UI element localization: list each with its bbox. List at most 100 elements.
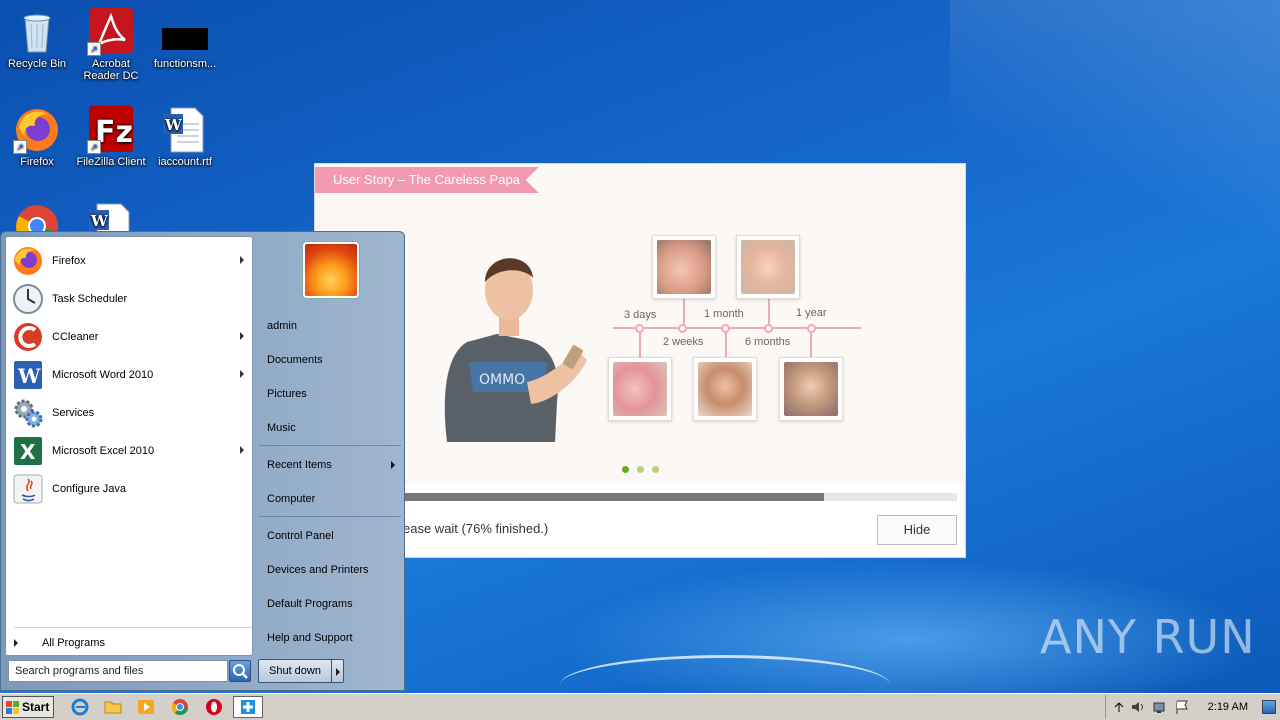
svg-text:W: W [164,116,183,134]
start-item-label: Firefox [52,255,86,267]
internet-explorer-icon[interactable] [71,698,89,716]
word-doc-icon: W [87,202,135,232]
taskbar-clock[interactable]: 2:19 AM [1208,701,1248,713]
story-title-ribbon: User Story – The Careless Papa [315,167,539,193]
timeline-line [613,327,861,329]
installer-app-icon [241,700,255,714]
submenu-arrow-icon[interactable] [240,256,244,264]
timeline-dot [764,324,773,333]
timeline-dot [678,324,687,333]
desktop-icon-firefox[interactable]: ↗ Firefox [0,106,74,168]
start-menu-divider [14,627,252,628]
action-center-flag-icon[interactable] [1174,699,1190,715]
slide-indicator[interactable] [637,466,644,473]
start-menu: Firefox Task Scheduler CCleaner W Micros… [0,231,405,691]
all-programs-button[interactable]: All Programs [14,637,105,649]
timeline-connector [810,329,812,357]
start-item-label: Services [52,407,95,419]
show-hidden-icons-icon[interactable] [1114,701,1124,713]
install-status-text: ease wait (76% finished.) [403,521,549,536]
desktop-icon-label: Acrobat Reader DC [83,58,139,82]
shutdown-options-button[interactable] [331,659,344,683]
story-banner: User Story – The Careless Papa OMMO 3 da… [315,164,965,484]
start-right-item-pictures[interactable]: Pictures [267,388,307,400]
desktop-icon-recycle-bin[interactable]: Recycle Bin [0,8,74,70]
installer-window: User Story – The Careless Papa OMMO 3 da… [314,163,966,558]
start-right-item-devices-printers[interactable]: Devices and Printers [267,564,369,576]
start-right-item-help-support[interactable]: Help and Support [267,632,353,644]
desktop-icon-acrobat[interactable]: ↗ Acrobat Reader DC [74,8,148,82]
system-tray: 2:19 AM [1105,695,1280,719]
volume-icon[interactable] [1130,699,1146,715]
install-progress-fill [403,493,825,501]
start-item-task-scheduler[interactable]: Task Scheduler [10,281,250,317]
start-right-item-documents[interactable]: Documents [267,354,323,366]
baby-photo [652,235,716,299]
start-right-item-computer[interactable]: Computer [267,493,315,505]
desktop-icon-label: iaccount.rtf [158,156,212,168]
start-button[interactable]: Start [2,696,54,718]
start-item-label: Task Scheduler [52,293,128,305]
svg-text:W: W [17,364,41,388]
start-right-item-admin[interactable]: admin [267,320,297,332]
start-label: Start [22,700,50,714]
hide-button[interactable]: Hide [877,515,957,545]
timeline-label: 6 months [745,336,791,348]
start-item-configure-java[interactable]: Configure Java [10,471,250,507]
start-item-label: Microsoft Word 2010 [52,369,154,381]
baby-photo [608,357,672,421]
timeline-label: 1 month [704,308,744,320]
word-icon: W [12,359,44,391]
timeline-dot [807,324,816,333]
start-menu-programs-pane: Firefox Task Scheduler CCleaner W Micros… [5,236,253,656]
start-right-item-default-programs[interactable]: Default Programs [267,598,353,610]
network-icon[interactable] [1152,699,1168,715]
search-icon[interactable] [229,660,251,682]
opera-icon[interactable] [205,698,223,716]
desktop-icon-chrome[interactable] [0,202,74,232]
timeline-connector [725,329,727,357]
taskbar-active-app[interactable] [233,696,263,718]
taskbar: Start 2:19 AM [0,693,1280,720]
desktop-icon-functionsm[interactable]: functionsm... [148,8,222,70]
svg-text:OMMO: OMMO [479,372,525,388]
desktop-icon-word-doc[interactable]: W [74,202,148,232]
start-right-item-recent-items[interactable]: Recent Items [267,459,332,471]
slide-indicator-active[interactable] [622,466,629,473]
shutdown-button[interactable]: Shut down [258,659,332,683]
start-item-firefox[interactable]: Firefox [10,243,250,279]
shortcut-arrow-icon: ↗ [87,42,101,56]
slide-indicator[interactable] [652,466,659,473]
anyrun-watermark: ANY RUN [1040,610,1256,664]
firefox-icon [12,245,44,277]
timeline-label: 2 weeks [663,336,704,348]
submenu-arrow-icon[interactable] [240,332,244,340]
user-avatar[interactable] [303,242,359,298]
desktop-icon-filezilla[interactable]: Fz ↗ FileZilla Client [74,106,148,168]
folder-icon[interactable] [104,698,122,716]
start-item-word[interactable]: W Microsoft Word 2010 [10,357,250,393]
start-item-ccleaner[interactable]: CCleaner [10,319,250,355]
start-search-input[interactable]: Search programs and files [8,660,228,682]
chrome-icon[interactable] [171,698,189,716]
submenu-arrow-icon[interactable] [391,461,395,469]
desktop-icon-label: Recycle Bin [7,58,67,70]
desktop-icon-iaccount[interactable]: W iaccount.rtf [148,106,222,168]
gears-icon [12,397,44,429]
baby-photo [693,357,757,421]
start-item-services[interactable]: Services [10,395,250,431]
start-right-item-control-panel[interactable]: Control Panel [267,530,334,542]
start-item-excel[interactable]: X Microsoft Excel 2010 [10,433,250,469]
submenu-arrow-icon[interactable] [240,446,244,454]
timeline-label: 3 days [624,309,657,321]
clock-icon [12,283,44,315]
submenu-arrow-icon[interactable] [240,370,244,378]
show-desktop-button[interactable] [1262,700,1276,714]
excel-icon: X [12,435,44,467]
timeline-dot [635,324,644,333]
media-player-icon[interactable] [137,698,155,716]
start-right-item-music[interactable]: Music [267,422,296,434]
timeline-label: 1 year [796,307,827,319]
baby-photo [736,235,800,299]
ccleaner-icon [12,321,44,353]
